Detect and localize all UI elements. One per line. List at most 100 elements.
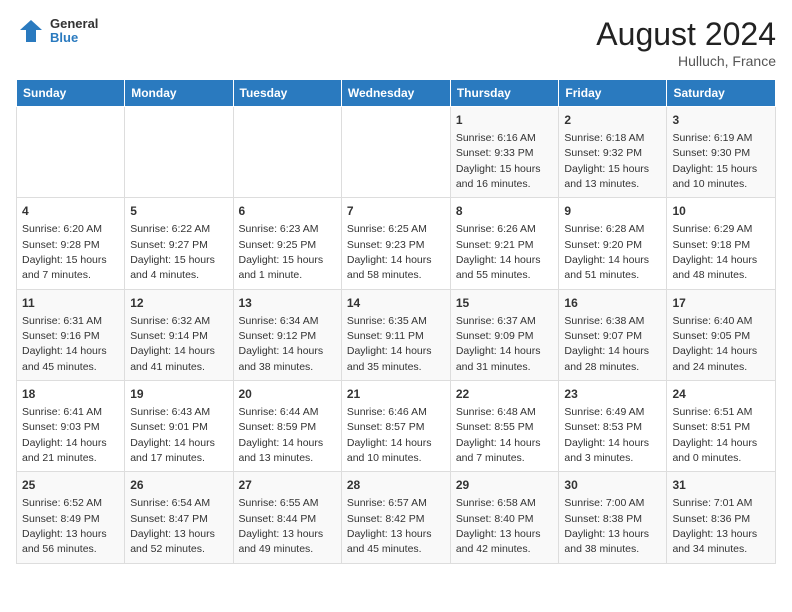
calendar-cell: 5 Sunrise: 6:22 AM Sunset: 9:27 PM Daylig… bbox=[125, 198, 233, 289]
day-number: 1 bbox=[456, 112, 554, 129]
calendar-header-row: SundayMondayTuesdayWednesdayThursdayFrid… bbox=[17, 80, 776, 107]
logo-text: General Blue bbox=[50, 17, 98, 46]
calendar-cell: 30 Sunrise: 7:00 AM Sunset: 8:38 PM Dayli… bbox=[559, 472, 667, 563]
day-info: Sunrise: 6:25 AM Sunset: 9:23 PM Dayligh… bbox=[347, 223, 432, 281]
calendar-cell: 1 Sunrise: 6:16 AM Sunset: 9:33 PM Daylig… bbox=[450, 107, 559, 198]
month-year-title: August 2024 bbox=[596, 16, 776, 53]
day-info: Sunrise: 6:48 AM Sunset: 8:55 PM Dayligh… bbox=[456, 406, 541, 464]
calendar-cell: 20Sunrise: 6:44 AM Sunset: 8:59 PM Dayli… bbox=[233, 381, 341, 472]
day-info: Sunrise: 6:22 AM Sunset: 9:27 PM Dayligh… bbox=[130, 223, 215, 281]
page-header: General Blue August 2024 Hulluch, France bbox=[16, 16, 776, 69]
day-number: 8 bbox=[456, 203, 554, 220]
day-number: 9 bbox=[564, 203, 661, 220]
day-number: 23 bbox=[564, 386, 661, 403]
calendar-cell: 4 Sunrise: 6:20 AM Sunset: 9:28 PM Daylig… bbox=[17, 198, 125, 289]
calendar-week-row: 25Sunrise: 6:52 AM Sunset: 8:49 PM Dayli… bbox=[17, 472, 776, 563]
day-info: Sunrise: 6:49 AM Sunset: 8:53 PM Dayligh… bbox=[564, 406, 649, 464]
day-info: Sunrise: 6:18 AM Sunset: 9:32 PM Dayligh… bbox=[564, 132, 649, 190]
day-number: 14 bbox=[347, 295, 445, 312]
day-info: Sunrise: 6:23 AM Sunset: 9:25 PM Dayligh… bbox=[239, 223, 324, 281]
calendar-cell: 13 Sunrise: 6:34 AM Sunset: 9:12 PM Dayli… bbox=[233, 289, 341, 380]
day-info: Sunrise: 6:28 AM Sunset: 9:20 PM Dayligh… bbox=[564, 223, 649, 281]
calendar-cell: 21Sunrise: 6:46 AM Sunset: 8:57 PM Dayli… bbox=[341, 381, 450, 472]
day-info: Sunrise: 7:01 AM Sunset: 8:36 PM Dayligh… bbox=[672, 497, 757, 555]
calendar-cell: 24 Sunrise: 6:51 AM Sunset: 8:51 PM Dayli… bbox=[667, 381, 776, 472]
day-number: 6 bbox=[239, 203, 336, 220]
calendar-cell: 18 Sunrise: 6:41 AM Sunset: 9:03 PM Dayli… bbox=[17, 381, 125, 472]
day-info: Sunrise: 6:41 AM Sunset: 9:03 PM Dayligh… bbox=[22, 406, 107, 464]
calendar-cell: 7 Sunrise: 6:25 AM Sunset: 9:23 PM Daylig… bbox=[341, 198, 450, 289]
day-number: 28 bbox=[347, 477, 445, 494]
day-info: Sunrise: 6:35 AM Sunset: 9:11 PM Dayligh… bbox=[347, 315, 432, 373]
calendar-cell: 28Sunrise: 6:57 AM Sunset: 8:42 PM Dayli… bbox=[341, 472, 450, 563]
calendar-cell: 11 Sunrise: 6:31 AM Sunset: 9:16 PM Dayli… bbox=[17, 289, 125, 380]
calendar-cell: 29Sunrise: 6:58 AM Sunset: 8:40 PM Dayli… bbox=[450, 472, 559, 563]
day-info: Sunrise: 6:20 AM Sunset: 9:28 PM Dayligh… bbox=[22, 223, 107, 281]
day-info: Sunrise: 6:16 AM Sunset: 9:33 PM Dayligh… bbox=[456, 132, 541, 190]
calendar-cell: 22Sunrise: 6:48 AM Sunset: 8:55 PM Dayli… bbox=[450, 381, 559, 472]
calendar-week-row: 11 Sunrise: 6:31 AM Sunset: 9:16 PM Dayli… bbox=[17, 289, 776, 380]
calendar-cell bbox=[125, 107, 233, 198]
day-number: 20 bbox=[239, 386, 336, 403]
day-info: Sunrise: 6:38 AM Sunset: 9:07 PM Dayligh… bbox=[564, 315, 649, 373]
day-number: 30 bbox=[564, 477, 661, 494]
day-number: 27 bbox=[239, 477, 336, 494]
day-info: Sunrise: 7:00 AM Sunset: 8:38 PM Dayligh… bbox=[564, 497, 649, 555]
day-info: Sunrise: 6:34 AM Sunset: 9:12 PM Dayligh… bbox=[239, 315, 324, 373]
calendar-week-row: 1 Sunrise: 6:16 AM Sunset: 9:33 PM Daylig… bbox=[17, 107, 776, 198]
day-info: Sunrise: 6:51 AM Sunset: 8:51 PM Dayligh… bbox=[672, 406, 757, 464]
day-info: Sunrise: 6:29 AM Sunset: 9:18 PM Dayligh… bbox=[672, 223, 757, 281]
day-number: 10 bbox=[672, 203, 770, 220]
calendar-cell: 27 Sunrise: 6:55 AM Sunset: 8:44 PM Dayli… bbox=[233, 472, 341, 563]
calendar-table: SundayMondayTuesdayWednesdayThursdayFrid… bbox=[16, 79, 776, 564]
logo: General Blue bbox=[16, 16, 98, 46]
calendar-cell: 12 Sunrise: 6:32 AM Sunset: 9:14 PM Dayli… bbox=[125, 289, 233, 380]
calendar-cell: 23 Sunrise: 6:49 AM Sunset: 8:53 PM Dayli… bbox=[559, 381, 667, 472]
day-number: 29 bbox=[456, 477, 554, 494]
col-header-saturday: Saturday bbox=[667, 80, 776, 107]
calendar-cell: 17Sunrise: 6:40 AM Sunset: 9:05 PM Dayli… bbox=[667, 289, 776, 380]
day-number: 26 bbox=[130, 477, 227, 494]
calendar-cell: 31Sunrise: 7:01 AM Sunset: 8:36 PM Dayli… bbox=[667, 472, 776, 563]
day-number: 3 bbox=[672, 112, 770, 129]
col-header-friday: Friday bbox=[559, 80, 667, 107]
day-number: 2 bbox=[564, 112, 661, 129]
day-number: 24 bbox=[672, 386, 770, 403]
day-number: 15 bbox=[456, 295, 554, 312]
calendar-cell: 2 Sunrise: 6:18 AM Sunset: 9:32 PM Daylig… bbox=[559, 107, 667, 198]
day-info: Sunrise: 6:26 AM Sunset: 9:21 PM Dayligh… bbox=[456, 223, 541, 281]
day-info: Sunrise: 6:55 AM Sunset: 8:44 PM Dayligh… bbox=[239, 497, 324, 555]
calendar-week-row: 4 Sunrise: 6:20 AM Sunset: 9:28 PM Daylig… bbox=[17, 198, 776, 289]
calendar-cell bbox=[17, 107, 125, 198]
day-info: Sunrise: 6:31 AM Sunset: 9:16 PM Dayligh… bbox=[22, 315, 107, 373]
calendar-cell: 9 Sunrise: 6:28 AM Sunset: 9:20 PM Daylig… bbox=[559, 198, 667, 289]
calendar-cell: 3 Sunrise: 6:19 AM Sunset: 9:30 PM Daylig… bbox=[667, 107, 776, 198]
day-number: 4 bbox=[22, 203, 119, 220]
day-info: Sunrise: 6:43 AM Sunset: 9:01 PM Dayligh… bbox=[130, 406, 215, 464]
day-number: 18 bbox=[22, 386, 119, 403]
day-number: 11 bbox=[22, 295, 119, 312]
day-info: Sunrise: 6:32 AM Sunset: 9:14 PM Dayligh… bbox=[130, 315, 215, 373]
day-number: 19 bbox=[130, 386, 227, 403]
calendar-cell bbox=[233, 107, 341, 198]
calendar-cell: 8 Sunrise: 6:26 AM Sunset: 9:21 PM Daylig… bbox=[450, 198, 559, 289]
col-header-sunday: Sunday bbox=[17, 80, 125, 107]
calendar-cell: 25Sunrise: 6:52 AM Sunset: 8:49 PM Dayli… bbox=[17, 472, 125, 563]
calendar-cell: 15Sunrise: 6:37 AM Sunset: 9:09 PM Dayli… bbox=[450, 289, 559, 380]
day-number: 13 bbox=[239, 295, 336, 312]
day-info: Sunrise: 6:19 AM Sunset: 9:30 PM Dayligh… bbox=[672, 132, 757, 190]
calendar-cell: 10 Sunrise: 6:29 AM Sunset: 9:18 PM Dayli… bbox=[667, 198, 776, 289]
logo-icon bbox=[16, 16, 46, 46]
col-header-monday: Monday bbox=[125, 80, 233, 107]
day-number: 7 bbox=[347, 203, 445, 220]
calendar-cell: 6 Sunrise: 6:23 AM Sunset: 9:25 PM Daylig… bbox=[233, 198, 341, 289]
day-number: 21 bbox=[347, 386, 445, 403]
logo-blue: Blue bbox=[50, 31, 98, 45]
calendar-cell: 26Sunrise: 6:54 AM Sunset: 8:47 PM Dayli… bbox=[125, 472, 233, 563]
day-info: Sunrise: 6:52 AM Sunset: 8:49 PM Dayligh… bbox=[22, 497, 107, 555]
logo-general: General bbox=[50, 17, 98, 31]
day-number: 5 bbox=[130, 203, 227, 220]
day-number: 12 bbox=[130, 295, 227, 312]
calendar-cell: 19 Sunrise: 6:43 AM Sunset: 9:01 PM Dayli… bbox=[125, 381, 233, 472]
day-number: 17 bbox=[672, 295, 770, 312]
